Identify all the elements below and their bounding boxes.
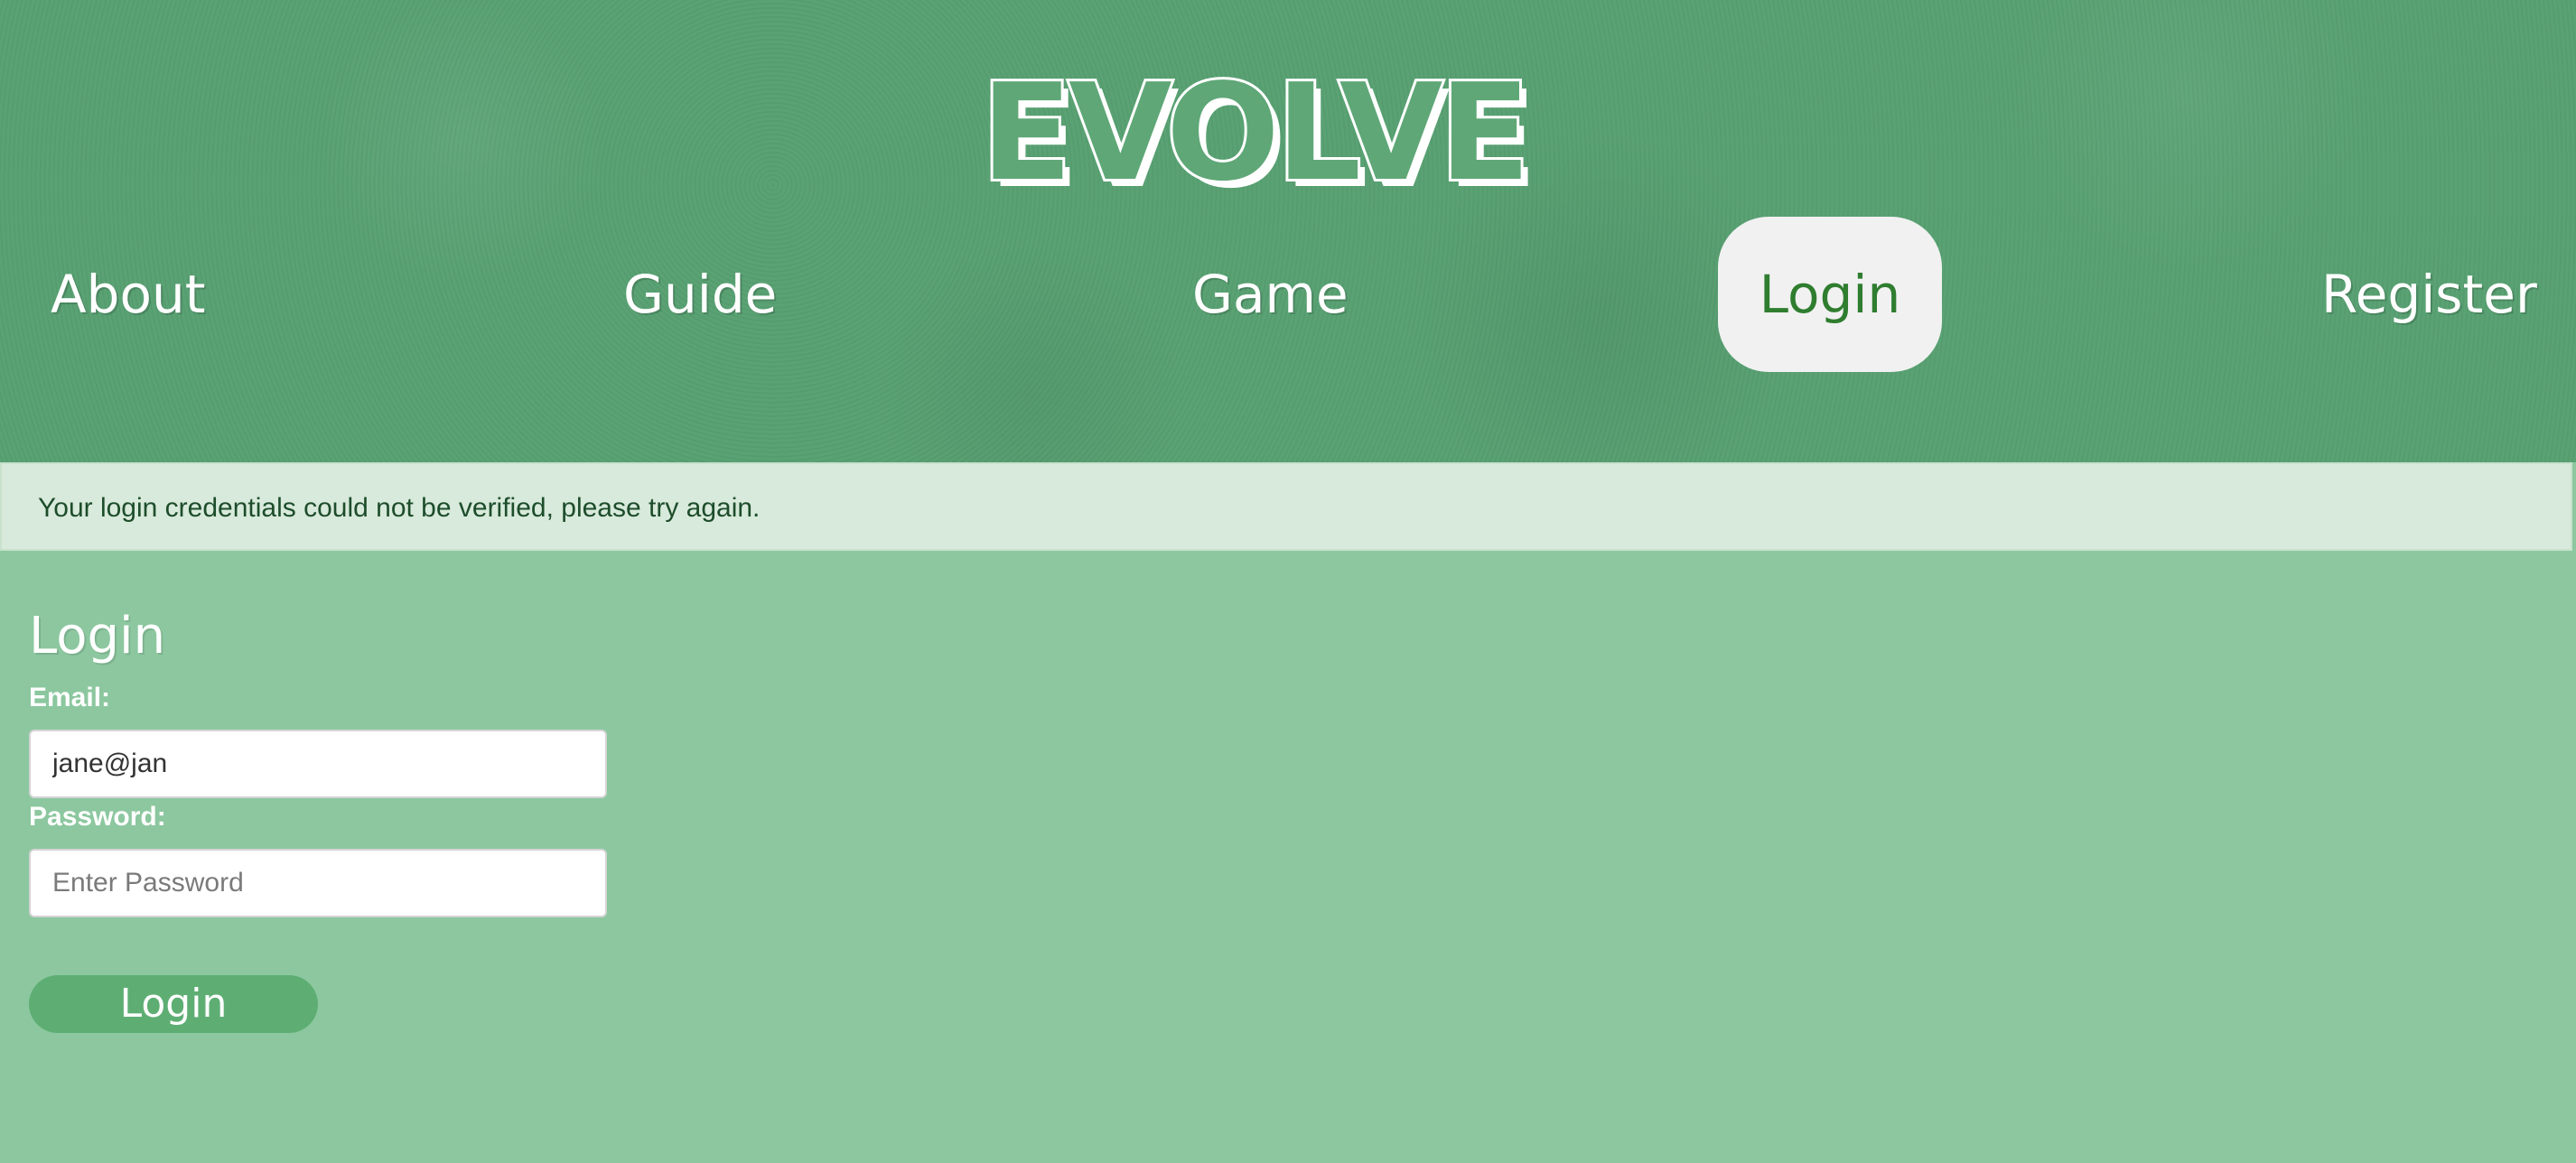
nav-guide-link[interactable]: Guide (623, 217, 777, 372)
logo-text: EVOLVE (981, 65, 1526, 191)
nav-game-link[interactable]: Game (1192, 217, 1349, 372)
email-label: Email: (29, 683, 111, 712)
nav-about-link[interactable]: About (51, 217, 205, 372)
login-form-title: Login (29, 607, 166, 665)
password-input[interactable] (29, 849, 607, 917)
site-header: EVOLVE EVOLVE About Guide Game Login Reg… (0, 0, 2576, 462)
login-submit-button[interactable]: Login (29, 975, 318, 1033)
site-logo[interactable]: EVOLVE EVOLVE (975, 65, 1608, 191)
password-label: Password: (29, 802, 166, 832)
email-input[interactable] (29, 730, 607, 798)
login-error-alert: Your login credentials could not be veri… (0, 462, 2572, 551)
nav-register-link[interactable]: Register (2321, 217, 2537, 372)
nav-login-link[interactable]: Login (1718, 217, 1942, 372)
